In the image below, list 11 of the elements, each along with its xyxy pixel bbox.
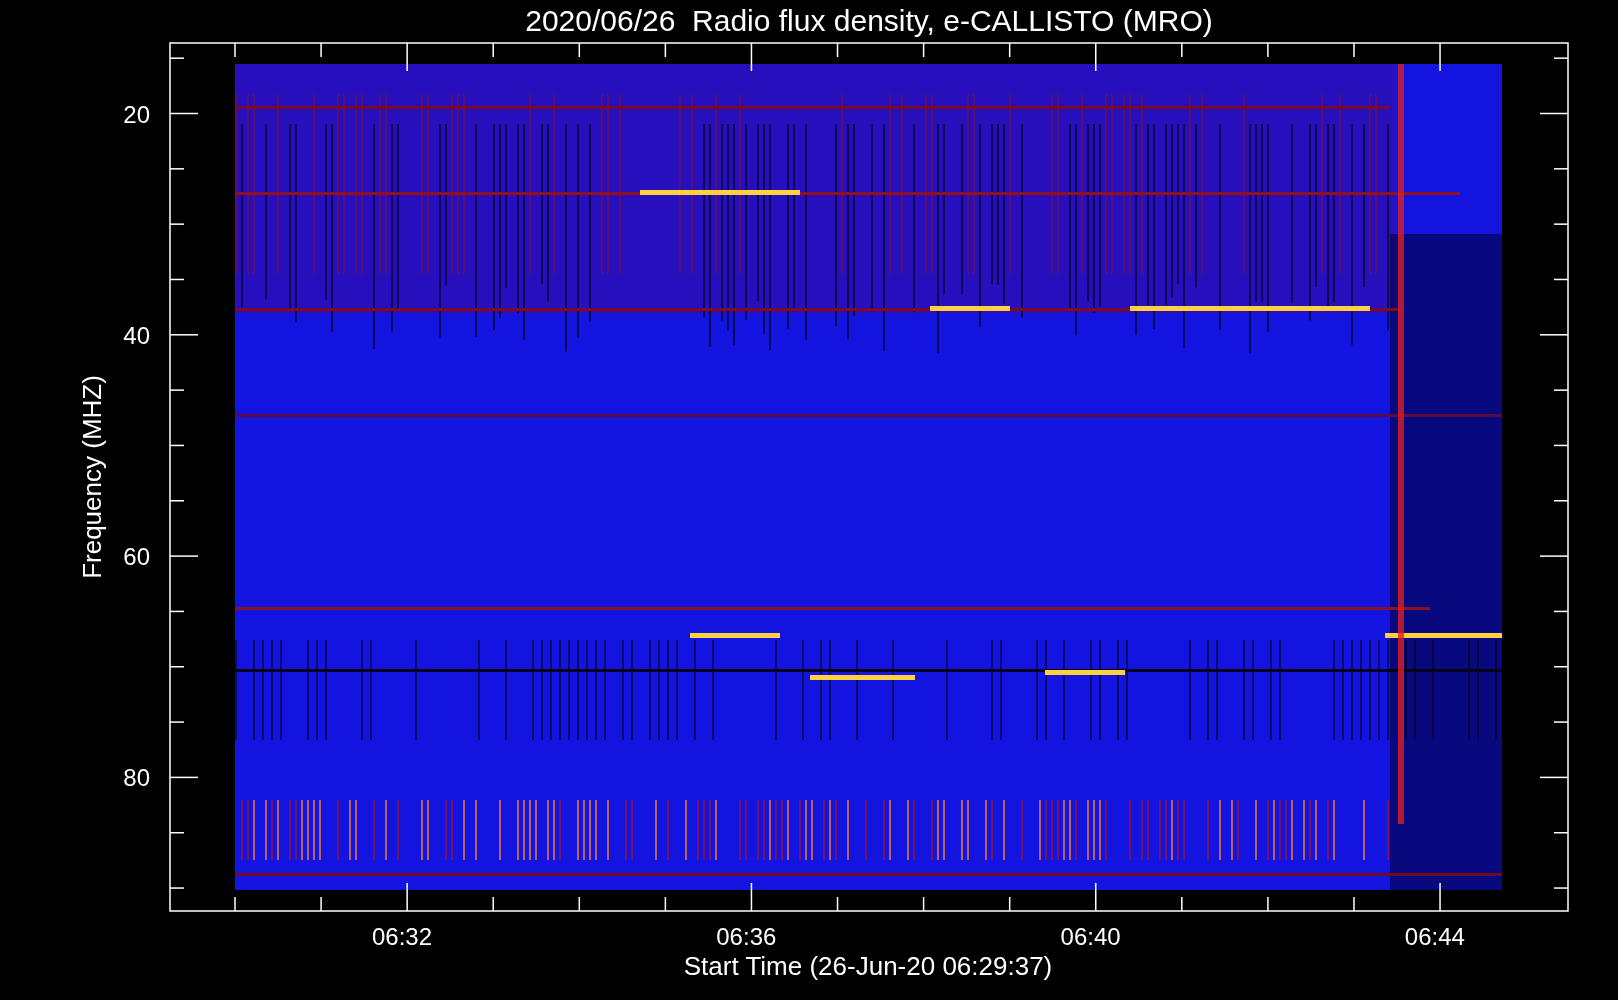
y-tick-label: 40 (123, 321, 150, 349)
x-axis-label: Start Time (26-Jun-20 06:29:37) (683, 951, 1053, 981)
x-tick-label: 06:32 (371, 923, 433, 950)
y-tick-label: 60 (123, 543, 150, 571)
y-axis-label: Frequency (MHZ) (77, 375, 107, 579)
y-tick-label: 80 (123, 764, 150, 792)
chart-title: 2020/06/26 Radio flux density, e-CALLISTO (MRO) (525, 4, 1213, 37)
x-tick-label: 06:36 (716, 923, 777, 950)
y-tick-label: 20 (123, 100, 150, 128)
x-tick-label: 06:40 (1060, 923, 1121, 950)
x-tick-label: 06:44 (1404, 923, 1465, 950)
